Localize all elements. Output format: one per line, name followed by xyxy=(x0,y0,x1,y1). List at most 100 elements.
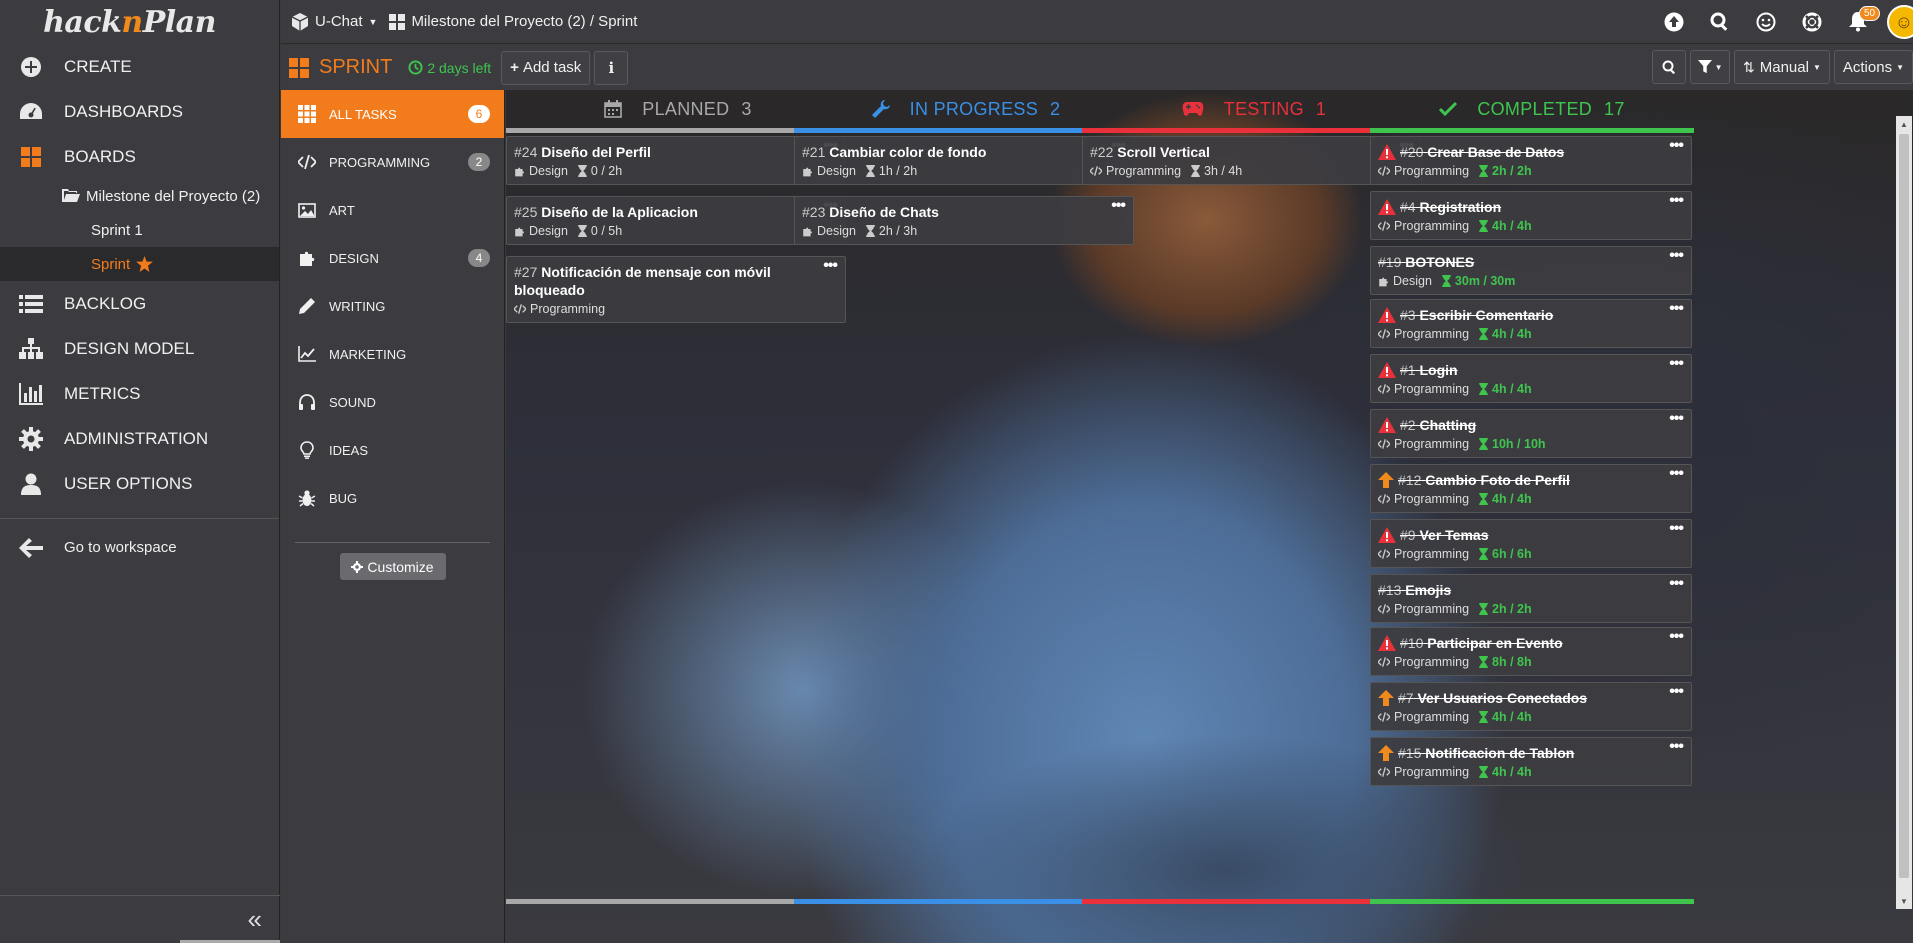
task-menu-icon[interactable]: ••• xyxy=(1669,411,1684,427)
sitemap-icon xyxy=(16,337,46,361)
sort-dropdown[interactable]: ⇅ Manual ▼ xyxy=(1734,50,1830,84)
breadcrumb[interactable]: Milestone del Proyecto (2) / Sprint xyxy=(389,13,637,30)
task-menu-icon[interactable]: ••• xyxy=(1669,466,1684,482)
task-card[interactable]: #20 Crear Base de Datos Programming 2h / 2… xyxy=(1370,136,1692,185)
task-name: Emojis xyxy=(1405,582,1452,598)
nav-sprint-label: Sprint xyxy=(91,255,131,273)
search-tasks-button[interactable] xyxy=(1652,50,1687,84)
task-card[interactable]: #13 Emojis Programming 2h / 2h ••• xyxy=(1370,574,1692,623)
task-menu-icon[interactable]: ••• xyxy=(1669,739,1684,755)
task-estimate: 2h / 2h xyxy=(1492,602,1532,616)
completed-column-scrollbar[interactable]: ▲ ▼ xyxy=(1896,116,1912,909)
task-title: #27 Notificación de mensaje con móvil bl… xyxy=(514,263,838,299)
scroll-thumb[interactable] xyxy=(1899,134,1909,878)
task-number: #7 xyxy=(1398,690,1414,706)
column-title: COMPLETED xyxy=(1477,98,1593,119)
sort-label: Manual xyxy=(1759,58,1809,76)
task-menu-icon[interactable]: ••• xyxy=(1669,521,1684,537)
category-art[interactable]: ART xyxy=(281,186,504,234)
nav-milestone[interactable]: Milestone del Proyecto (2) xyxy=(0,179,279,213)
task-card[interactable]: #23 Diseño de Chats Design 2h / 3h ••• xyxy=(794,196,1134,245)
task-menu-icon[interactable]: ••• xyxy=(1111,198,1126,214)
task-menu-icon[interactable]: ••• xyxy=(1669,629,1684,645)
task-card[interactable]: #12 Cambio Foto de Perfil Programming 4h /… xyxy=(1370,464,1692,513)
category-bug[interactable]: BUG xyxy=(281,474,504,522)
category-writing[interactable]: WRITING xyxy=(281,282,504,330)
nav-administration[interactable]: ADMINISTRATION xyxy=(0,416,279,461)
pencil-icon xyxy=(297,296,317,316)
actions-dropdown[interactable]: Actions ▼ xyxy=(1833,50,1913,84)
category-label: SOUND xyxy=(329,394,376,410)
category-marketing[interactable]: MARKETING xyxy=(281,330,504,378)
task-card[interactable]: #9 Ver Temas Programming 6h / 6h ••• xyxy=(1370,519,1692,568)
task-card[interactable]: #10 Participar en Evento Programming 8h / … xyxy=(1370,627,1692,676)
task-title: #23 Diseño de Chats xyxy=(802,203,1126,221)
customize-button[interactable]: Customize xyxy=(339,553,446,580)
task-card[interactable]: #7 Ver Usuarios Conectados Programming 4h … xyxy=(1370,682,1692,731)
column-footer-bar xyxy=(1370,899,1694,904)
category-design[interactable]: DESIGN 4 xyxy=(281,234,504,282)
task-card[interactable]: #3 Escribir Comentario Programming 4h / 4h… xyxy=(1370,299,1692,348)
add-task-button[interactable]: + Add task xyxy=(501,50,591,85)
nav-create[interactable]: CREATE xyxy=(0,44,279,89)
category-programming[interactable]: PROGRAMMING 2 xyxy=(281,138,504,186)
avatar[interactable]: ☺ xyxy=(1887,5,1913,39)
warning-icon xyxy=(1378,199,1396,215)
info-button[interactable]: i xyxy=(594,50,629,85)
nav-backlog[interactable]: BACKLOG xyxy=(0,281,279,326)
code-icon xyxy=(1378,439,1390,449)
task-menu-icon[interactable]: ••• xyxy=(1669,301,1684,317)
nav-dashboards[interactable]: DASHBOARDS xyxy=(0,89,279,134)
nav-design-model[interactable]: DESIGN MODEL xyxy=(0,326,279,371)
task-menu-icon[interactable]: ••• xyxy=(1669,193,1684,209)
task-card[interactable]: #27 Notificación de mensaje con móvil bl… xyxy=(506,256,846,323)
task-menu-icon[interactable]: ••• xyxy=(1669,684,1684,700)
task-menu-icon[interactable]: ••• xyxy=(1669,248,1684,264)
task-card[interactable]: #15 Notificacion de Tablon Programming 4h … xyxy=(1370,737,1692,786)
nav-go-to-workspace[interactable]: Go to workspace xyxy=(0,525,279,570)
nav-boards-label: BOARDS xyxy=(64,146,136,166)
task-category: Programming xyxy=(1394,492,1470,506)
nav-user-options[interactable]: USER OPTIONS xyxy=(0,461,279,506)
task-number: #24 xyxy=(514,144,538,160)
sprint-title: SPRINT xyxy=(289,56,392,79)
category-filter-panel: ALL TASKS 6 PROGRAMMING 2 ART DESIGN 4 WRITING M… xyxy=(281,90,505,943)
task-category: Programming xyxy=(1394,327,1470,341)
star-icon[interactable] xyxy=(136,256,154,272)
task-category: Programming xyxy=(1106,164,1182,178)
feedback-button[interactable] xyxy=(1743,12,1789,32)
nav-sprint[interactable]: Sprint xyxy=(0,247,279,281)
category-all-tasks[interactable]: ALL TASKS 6 xyxy=(281,90,504,138)
app-logo[interactable]: hack n Plan xyxy=(0,0,279,44)
scroll-down-arrow[interactable]: ▼ xyxy=(1896,893,1912,909)
task-menu-icon[interactable]: ••• xyxy=(1669,356,1684,372)
nav-sprint-1[interactable]: Sprint 1 xyxy=(0,213,279,247)
task-card[interactable]: #19 BOTONES Design 30m / 30m ••• xyxy=(1370,246,1692,295)
task-card[interactable]: #2 Chatting Programming 10h / 10h ••• xyxy=(1370,409,1692,458)
task-menu-icon[interactable]: ••• xyxy=(1669,138,1684,154)
project-selector[interactable]: U-Chat ▼ xyxy=(291,12,377,31)
puzzle-icon xyxy=(514,226,525,237)
task-number: #3 xyxy=(1400,307,1416,323)
column-header[interactable]: COMPLETED 17 xyxy=(1370,90,1694,128)
task-name: Participar en Evento xyxy=(1427,635,1563,651)
search-button[interactable] xyxy=(1697,12,1743,32)
nav-metrics[interactable]: METRICS xyxy=(0,371,279,416)
category-sound[interactable]: SOUND xyxy=(281,378,504,426)
task-menu-icon[interactable]: ••• xyxy=(823,258,838,274)
task-card[interactable]: #1 Login Programming 4h / 4h ••• xyxy=(1370,354,1692,403)
filter-button[interactable]: ▼ xyxy=(1690,50,1731,84)
nav-boards[interactable]: BOARDS xyxy=(0,134,279,179)
scroll-up-arrow[interactable]: ▲ xyxy=(1896,116,1912,132)
collapse-sidebar-button[interactable]: « xyxy=(0,895,280,943)
actions-label: Actions xyxy=(1842,58,1893,76)
task-card[interactable]: #4 Registration Programming 4h / 4h ••• xyxy=(1370,191,1692,240)
category-label: ALL TASKS xyxy=(329,106,397,122)
task-menu-icon[interactable]: ••• xyxy=(1669,576,1684,592)
warning-icon xyxy=(1378,527,1396,543)
column-count: 3 xyxy=(741,98,752,119)
category-ideas[interactable]: IDEAS xyxy=(281,426,504,474)
upload-button[interactable] xyxy=(1651,12,1697,32)
notifications-button[interactable]: 50 xyxy=(1835,6,1881,32)
help-button[interactable] xyxy=(1789,12,1835,32)
